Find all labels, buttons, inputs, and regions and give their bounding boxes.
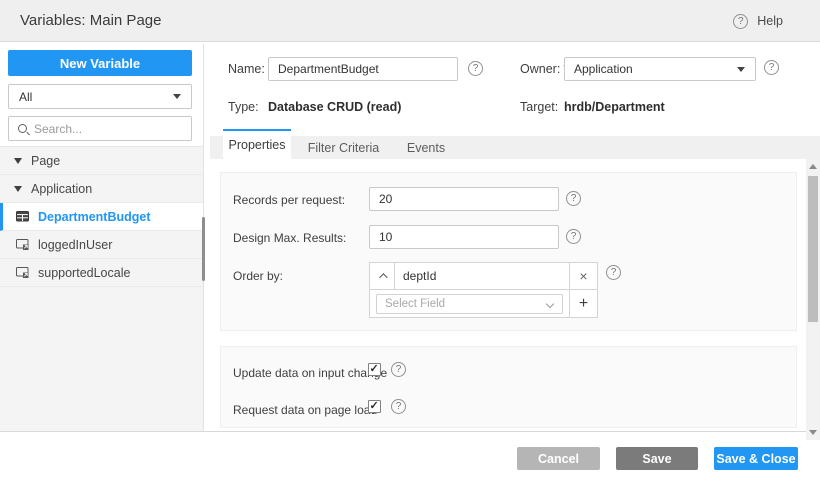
tree-item-label: supportedLocale: [38, 265, 131, 280]
chevron-down-icon: [173, 94, 181, 99]
data-options-section: Update data on input change Request data…: [220, 346, 797, 428]
tree-item-departmentbudget[interactable]: DepartmentBudget: [0, 203, 203, 231]
tree-group-label: Application: [31, 181, 93, 196]
order-by-control: × Select Field +: [369, 262, 598, 318]
design-max-results-help-icon[interactable]: [566, 229, 581, 244]
cancel-button[interactable]: Cancel: [517, 447, 600, 470]
records-per-request-help-icon[interactable]: [566, 191, 581, 206]
triangle-down-icon: [14, 157, 22, 164]
owner-help-icon[interactable]: [764, 60, 779, 75]
tab-bar: Properties Filter Criteria Events: [210, 129, 820, 159]
request-on-load-checkbox[interactable]: [368, 399, 381, 413]
database-variable-icon: [16, 210, 29, 223]
close-icon: ×: [579, 268, 588, 284]
design-max-results-input[interactable]: [369, 225, 559, 249]
variable-icon: [16, 238, 29, 251]
tree-item-supportedlocale[interactable]: supportedLocale: [0, 259, 203, 287]
save-and-close-button[interactable]: Save & Close: [714, 447, 798, 470]
name-label: Name:*: [228, 62, 273, 76]
update-on-input-help-icon[interactable]: [391, 362, 406, 377]
tree-group-application[interactable]: Application: [0, 175, 203, 203]
search-input[interactable]: [34, 121, 191, 136]
properties-section: Records per request: Design Max. Results…: [220, 172, 797, 331]
remove-field-button[interactable]: ×: [569, 263, 597, 289]
target-value: hrdb/Department: [564, 100, 665, 114]
tree-item-label: DepartmentBudget: [38, 209, 151, 224]
order-by-help-icon[interactable]: [606, 265, 621, 280]
scroll-up-icon[interactable]: [809, 164, 817, 169]
content-scrollbar-thumb[interactable]: [808, 176, 818, 322]
owner-label: Owner:*: [520, 62, 568, 76]
select-field-wrap: Select Field: [370, 290, 569, 317]
tree-item-loggedinuser[interactable]: loggedInUser: [0, 231, 203, 259]
owner-value: Application: [574, 62, 633, 76]
triangle-down-icon: [14, 185, 22, 192]
update-on-input-checkbox[interactable]: [368, 362, 381, 376]
type-label: Type:: [228, 100, 259, 114]
select-field-dropdown[interactable]: Select Field: [376, 293, 563, 314]
request-on-load-label: Request data on page load: [233, 403, 378, 417]
scope-filter-value: All: [19, 89, 33, 104]
order-by-field-input[interactable]: [395, 263, 569, 289]
add-field-button[interactable]: +: [569, 290, 597, 317]
order-by-row: ×: [370, 263, 597, 290]
tab-properties[interactable]: Properties: [223, 129, 291, 159]
search-box: [8, 116, 192, 141]
design-max-results-label: Design Max. Results:: [233, 231, 347, 245]
tree-group-page[interactable]: Page: [0, 147, 203, 175]
name-help-icon[interactable]: [468, 61, 483, 76]
tab-events[interactable]: Events: [396, 136, 456, 159]
dialog-footer: Cancel Save Save & Close: [0, 431, 806, 488]
search-icon: [18, 124, 27, 133]
variable-tree: Page Application DepartmentBudget logged…: [0, 146, 203, 431]
save-button[interactable]: Save: [616, 447, 698, 470]
sort-direction-button[interactable]: [370, 263, 395, 289]
tree-item-label: loggedInUser: [38, 237, 113, 252]
content-scrollbar: [806, 159, 820, 440]
help-button[interactable]: Help: [733, 0, 783, 42]
plus-icon: +: [578, 294, 589, 312]
target-label: Target:: [520, 100, 559, 114]
chevron-down-icon: [545, 299, 555, 308]
scroll-down-icon[interactable]: [809, 430, 817, 435]
page-title: Variables: Main Page: [20, 12, 162, 29]
chevron-up-icon: [379, 273, 388, 282]
name-input[interactable]: [268, 57, 458, 81]
records-per-request-label: Records per request:: [233, 193, 346, 207]
new-variable-button[interactable]: New Variable: [8, 50, 192, 76]
variables-sidebar: New Variable All Page Application Depart…: [0, 44, 205, 431]
dialog-header: Variables: Main Page Help: [0, 0, 820, 42]
chevron-down-icon: [737, 66, 745, 72]
request-on-load-help-icon[interactable]: [391, 399, 406, 414]
scope-filter-select[interactable]: All: [8, 84, 192, 109]
help-label: Help: [757, 14, 783, 28]
sidebar-scrollbar-thumb[interactable]: [202, 217, 205, 281]
owner-select[interactable]: Application: [564, 57, 756, 81]
update-on-input-label: Update data on input change: [233, 366, 388, 380]
type-value: Database CRUD (read): [268, 100, 402, 114]
order-by-add-row: Select Field +: [370, 290, 597, 317]
variable-icon: [16, 266, 29, 279]
tab-filter-criteria[interactable]: Filter Criteria: [291, 136, 396, 159]
select-field-placeholder: Select Field: [385, 297, 446, 310]
help-icon: [733, 13, 749, 29]
tree-group-label: Page: [31, 153, 61, 168]
records-per-request-input[interactable]: [369, 187, 559, 211]
order-by-label: Order by:: [233, 269, 284, 283]
